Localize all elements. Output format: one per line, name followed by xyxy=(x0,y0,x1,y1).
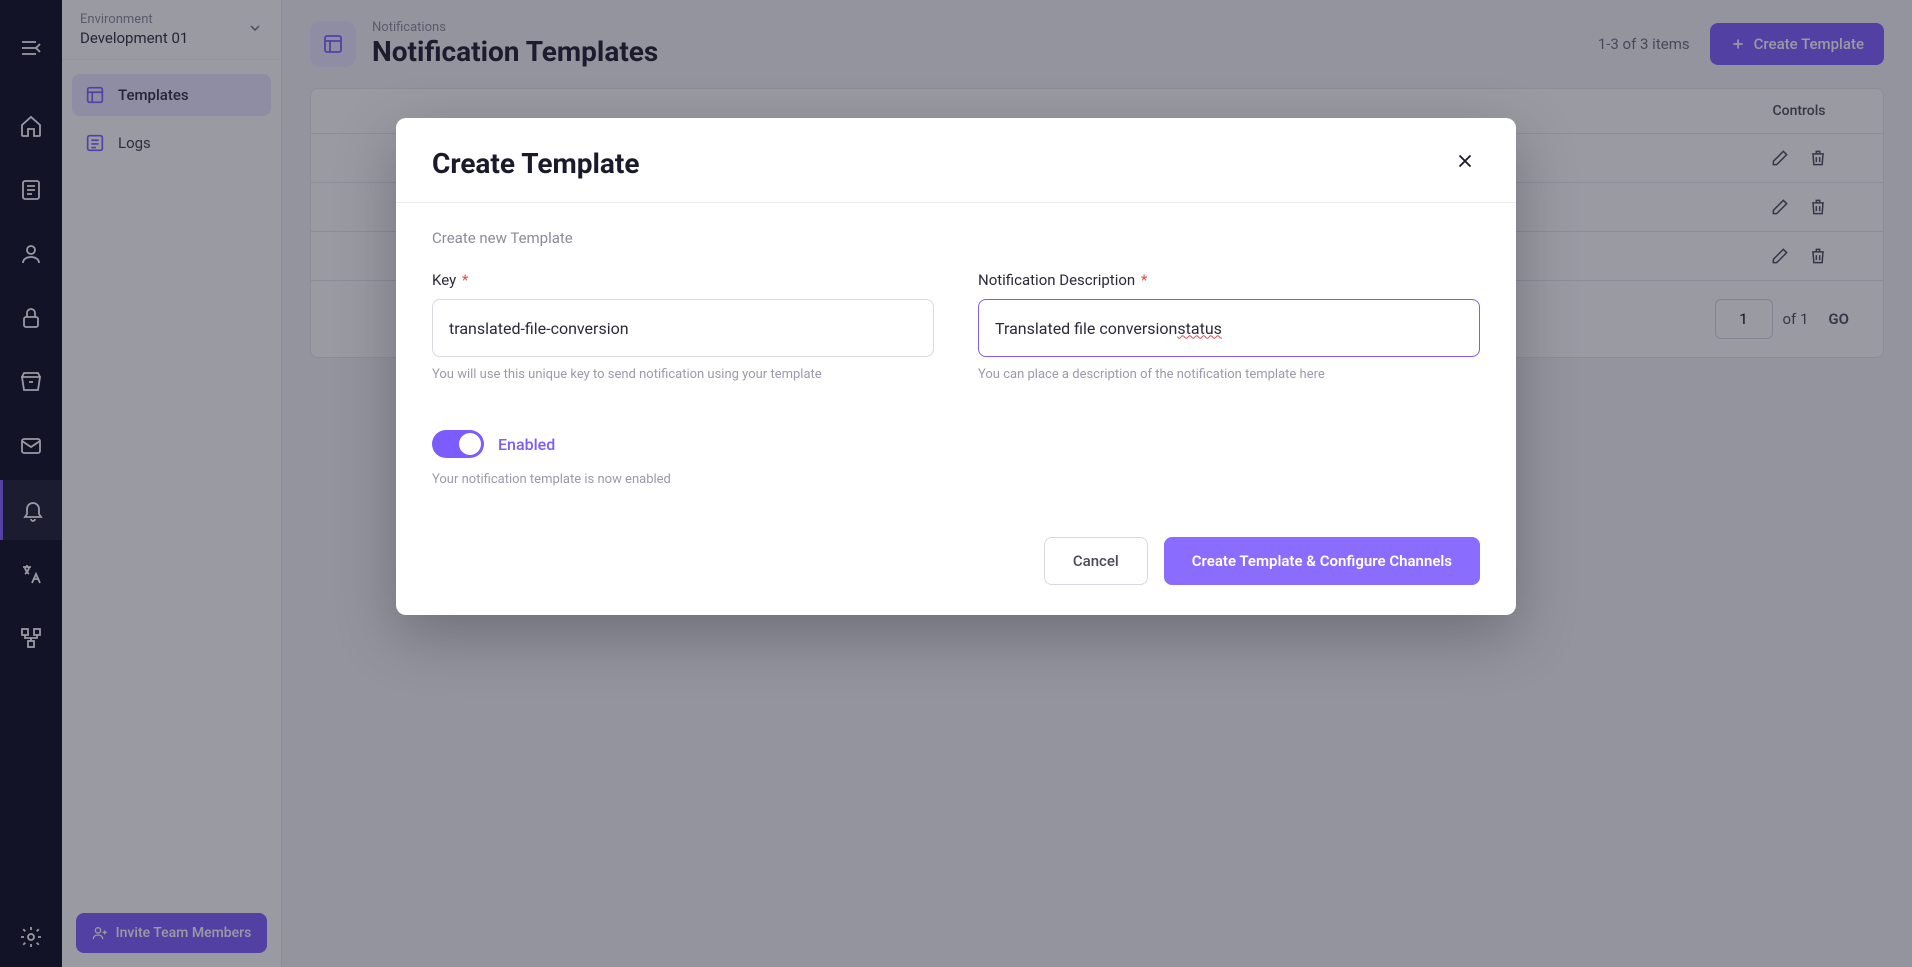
toggle-label: Enabled xyxy=(498,435,555,454)
key-field-help: You will use this unique key to send not… xyxy=(432,367,934,382)
submit-button[interactable]: Create Template & Configure Channels xyxy=(1164,537,1480,585)
description-field-help: You can place a description of the notif… xyxy=(978,367,1480,382)
modal-title: Create Template xyxy=(432,147,639,180)
toggle-help: Your notification template is now enable… xyxy=(432,472,1480,487)
modal-close-button[interactable] xyxy=(1450,146,1480,180)
enabled-toggle[interactable] xyxy=(432,430,484,458)
toggle-knob xyxy=(459,433,481,455)
description-input[interactable]: Translated file conversion status xyxy=(978,299,1480,357)
cancel-button[interactable]: Cancel xyxy=(1044,537,1148,585)
key-field-label: Key * xyxy=(432,271,934,289)
key-input[interactable] xyxy=(432,299,934,357)
close-icon xyxy=(1454,150,1476,172)
create-template-modal: Create Template Create new Template Key … xyxy=(396,118,1516,615)
description-field-label: Notification Description * xyxy=(978,271,1480,289)
modal-overlay[interactable]: Create Template Create new Template Key … xyxy=(0,0,1912,967)
modal-subtitle: Create new Template xyxy=(432,229,1480,247)
